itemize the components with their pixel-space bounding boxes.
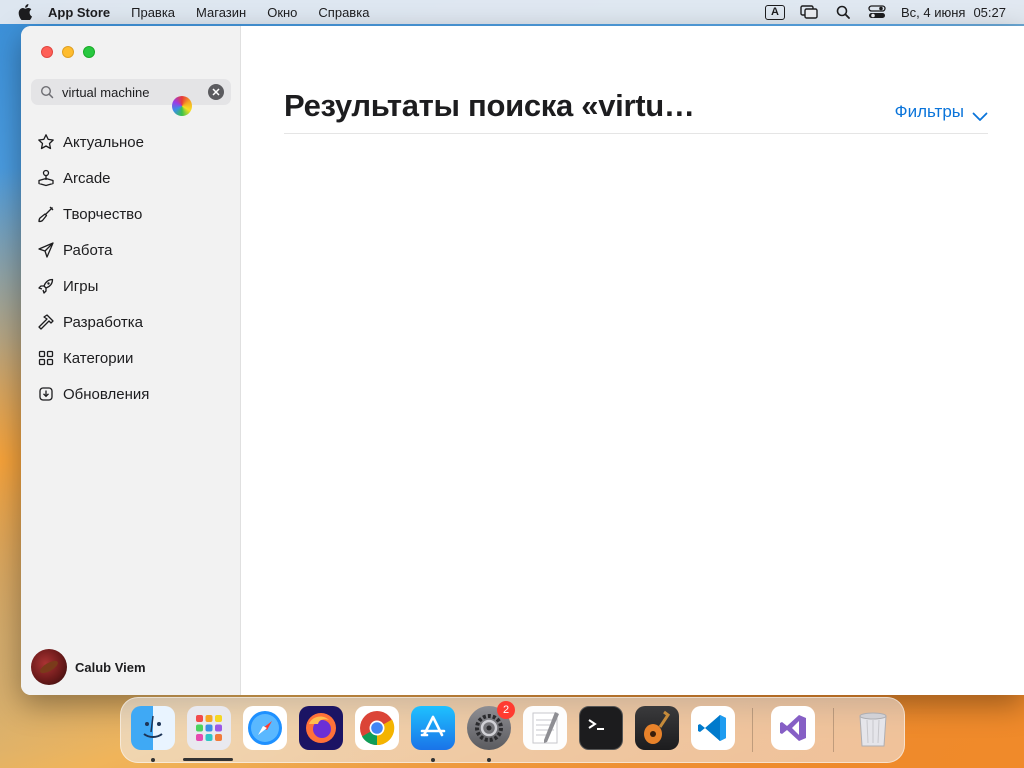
rocket-icon	[37, 277, 55, 295]
user-account[interactable]: Calub Viem	[31, 649, 146, 685]
running-indicator	[183, 758, 233, 761]
keyboard-layout-icon[interactable]: A	[764, 4, 785, 20]
apple-menu-icon[interactable]	[16, 3, 34, 21]
clear-search-icon[interactable]	[208, 84, 224, 100]
title-divider	[284, 133, 988, 134]
notification-badge: 2	[497, 701, 515, 719]
sidebar-item-updates[interactable]: Обновления	[21, 376, 241, 412]
launchpad-icon[interactable]	[187, 706, 231, 750]
main-content: Результаты поиска «virtu… Фильтры	[242, 26, 1024, 695]
menu-help[interactable]: Справка	[318, 5, 369, 20]
menu-edit[interactable]: Правка	[131, 5, 175, 20]
firefox-icon[interactable]	[299, 706, 343, 750]
search-field[interactable]	[31, 79, 231, 105]
star-icon	[37, 133, 55, 151]
sidebar-item-create[interactable]: Творчество	[21, 196, 241, 232]
app-store-icon[interactable]	[411, 706, 455, 750]
safari-icon[interactable]	[243, 706, 287, 750]
sidebar-item-arcade[interactable]: Arcade	[21, 160, 241, 196]
app-store-window: Актуальное Arcade Творчество Работа	[21, 26, 1024, 695]
sidebar-item-label: Категории	[63, 349, 134, 367]
sidebar-item-develop[interactable]: Разработка	[21, 304, 241, 340]
menu-date[interactable]: Вс, 4 июня	[901, 5, 965, 20]
sidebar-item-label: Работа	[63, 241, 113, 259]
visual-studio-icon[interactable]	[771, 706, 815, 750]
sidebar-item-label: Актуальное	[63, 133, 144, 151]
vscode-icon[interactable]	[691, 706, 735, 750]
user-name: Calub Viem	[75, 659, 146, 675]
sidebar-item-play[interactable]: Игры	[21, 268, 241, 304]
sidebar-item-work[interactable]: Работа	[21, 232, 241, 268]
menu-window[interactable]: Окно	[267, 5, 297, 20]
avatar	[31, 649, 67, 685]
zoom-window-button[interactable]	[83, 46, 95, 58]
paperplane-icon	[37, 241, 55, 259]
filters-label: Фильтры	[894, 102, 964, 121]
chevron-down-icon	[972, 107, 988, 121]
terminal-icon[interactable]	[579, 706, 623, 750]
status-area: A Вс, 4 июня 05:27	[764, 0, 1024, 24]
sidebar-item-categories[interactable]: Категории	[21, 340, 241, 376]
sidebar-item-label: Творчество	[63, 205, 143, 223]
spotlight-search-icon[interactable]	[833, 4, 853, 20]
brush-icon	[37, 205, 55, 223]
screen-mirroring-icon[interactable]	[799, 4, 819, 20]
menu-bar: App Store Правка Магазин Окно Справка A …	[0, 0, 1024, 24]
sidebar-item-label: Игры	[63, 277, 99, 295]
dock-separator	[752, 708, 753, 752]
menu-clock[interactable]: 05:27	[973, 5, 1006, 20]
trash-icon[interactable]	[851, 706, 895, 750]
textedit-icon[interactable]	[523, 706, 567, 750]
sidebar-item-label: Arcade	[63, 169, 111, 187]
garageband-icon[interactable]	[635, 706, 679, 750]
window-controls	[41, 46, 104, 58]
sidebar-item-label: Разработка	[63, 313, 143, 331]
control-center-icon[interactable]	[867, 4, 887, 20]
filters-button[interactable]: Фильтры	[895, 102, 988, 122]
grid-icon	[37, 349, 55, 367]
running-indicator	[487, 758, 491, 762]
close-window-button[interactable]	[41, 46, 53, 58]
finder-icon[interactable]	[131, 706, 175, 750]
sidebar-item-label: Обновления	[63, 385, 150, 403]
sidebar: Актуальное Arcade Творчество Работа	[21, 26, 241, 695]
running-indicator	[151, 758, 155, 762]
minimize-window-button[interactable]	[62, 46, 74, 58]
joystick-icon	[37, 169, 55, 187]
busy-cursor-icon	[172, 96, 192, 116]
dock: 2	[120, 697, 905, 763]
dock-separator	[833, 708, 834, 752]
running-indicator	[431, 758, 435, 762]
sidebar-nav: Актуальное Arcade Творчество Работа Игры…	[21, 124, 241, 412]
keyboard-layout-label: A	[764, 4, 785, 20]
download-icon	[37, 385, 55, 403]
menu-store[interactable]: Магазин	[196, 5, 246, 20]
hammer-icon	[37, 313, 55, 331]
search-icon	[40, 85, 54, 99]
chrome-icon[interactable]	[355, 706, 399, 750]
page-title: Результаты поиска «virtu…	[284, 88, 695, 123]
menu-app-name[interactable]: App Store	[48, 5, 110, 20]
sidebar-item-discover[interactable]: Актуальное	[21, 124, 241, 160]
